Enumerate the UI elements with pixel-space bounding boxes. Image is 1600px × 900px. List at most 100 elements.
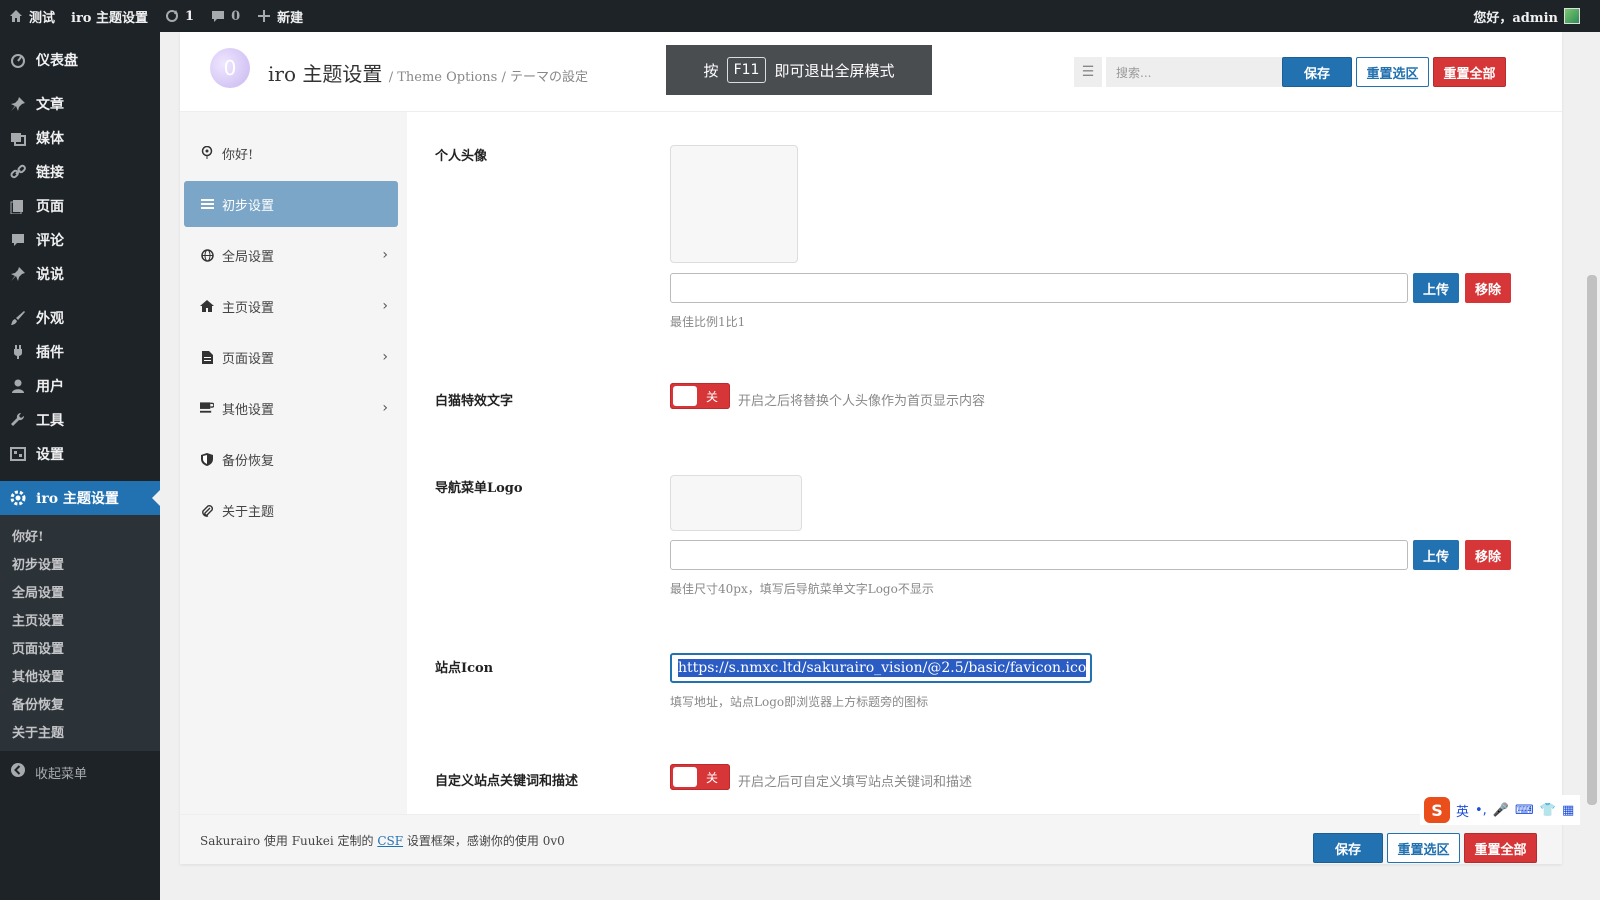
file-icon [200, 350, 214, 364]
sidebar-item-iro-settings[interactable]: iro 主题设置 [0, 481, 160, 515]
nav-item-7[interactable]: 关于主题 [184, 487, 398, 533]
footer-text-post: 设置框架，感谢你的使用 0v0 [406, 834, 565, 848]
submenu-item[interactable]: 你好! [0, 521, 160, 549]
nav-logo-remove-button[interactable]: 移除 [1465, 540, 1511, 570]
wrench-icon [9, 411, 27, 429]
avatar-upload-button[interactable]: 上传 [1413, 273, 1459, 303]
skin-icon[interactable]: 👕 [1540, 803, 1556, 818]
nav-item-5[interactable]: 其他设置 › [184, 385, 398, 431]
sidebar-item-11[interactable]: 设置 [0, 437, 160, 471]
sidebar-item-label: 媒体 [36, 131, 64, 147]
nav-logo-upload-button[interactable]: 上传 [1413, 540, 1459, 570]
sidebar-item-6[interactable]: 说说 [0, 257, 160, 291]
ime-lang[interactable]: 英 [1456, 801, 1469, 820]
chevron-right-icon: › [382, 247, 388, 263]
adminbar-updates[interactable]: 1 [156, 0, 202, 32]
sidebar-item-4[interactable]: 页面 [0, 189, 160, 223]
csf-link[interactable]: CSF [377, 834, 403, 848]
reset-section-button[interactable]: 重置选区 [1356, 57, 1429, 87]
nav-logo-preview [670, 475, 802, 531]
media-icon [9, 129, 27, 147]
pin-icon [9, 265, 27, 283]
search-input[interactable]: 搜索... [1106, 57, 1306, 87]
avatar-remove-button[interactable]: 移除 [1465, 273, 1511, 303]
nav-item-3[interactable]: 主页设置 › [184, 283, 398, 329]
options-nav: 你好! 初步设置 全局设置 › 主页设置 › 页面设置 › 其他设置 › 备份恢复 关于主题 [180, 112, 407, 814]
submenu-item[interactable]: 关于主题 [0, 717, 160, 745]
reset-all-button[interactable]: 重置全部 [1433, 57, 1506, 87]
sidebar-item-0[interactable]: 仪表盘 [0, 43, 160, 77]
adminbar-account[interactable]: 您好，admin [1473, 7, 1600, 26]
f11-key: F11 [726, 57, 767, 83]
nav-item-label: 页面设置 [222, 351, 275, 367]
nav-item-1[interactable]: 初步设置 [184, 181, 398, 227]
sidebar-item-9[interactable]: 用户 [0, 369, 160, 403]
plugin-icon [9, 343, 27, 361]
field-label-cat-text: 白猫特效文字 [435, 394, 514, 409]
toggle-knob [673, 767, 697, 787]
sidebar-item-8[interactable]: 插件 [0, 335, 160, 369]
sidebar-item-5[interactable]: 评论 [0, 223, 160, 257]
nav-item-0[interactable]: 你好! [184, 130, 398, 176]
sidebar-item-10[interactable]: 工具 [0, 403, 160, 437]
adminbar-new-label: 新建 [277, 10, 304, 26]
sidebar-item-7[interactable]: 外观 [0, 301, 160, 335]
adminbar-site[interactable]: 测试 [0, 0, 63, 32]
sidebar-item-2[interactable]: 媒体 [0, 121, 160, 155]
footer-save-button[interactable]: 保存 [1313, 833, 1383, 863]
nav-item-4[interactable]: 页面设置 › [184, 334, 398, 380]
adminbar-theme-settings[interactable]: iro 主题设置 [63, 0, 156, 32]
sidebar-item-label: 评论 [36, 233, 64, 249]
sidebar-item-label: 页面 [36, 199, 64, 215]
nav-item-label: 其他设置 [222, 402, 275, 418]
sidebar-item-3[interactable]: 链接 [0, 155, 160, 189]
ime-toolbar[interactable]: S 英 •, 🎤 ⌨ 👕 ▦ [1420, 795, 1580, 825]
nav-item-label: 主页设置 [222, 300, 275, 316]
shield-icon [200, 452, 214, 466]
avatar-hint: 最佳比例1比1 [670, 315, 746, 329]
site-icon-input[interactable]: https://s.nmxc.ltd/sakurairo_vision/@2.5… [670, 653, 1092, 683]
home-icon [8, 8, 24, 24]
footer-reset-all-button[interactable]: 重置全部 [1464, 833, 1537, 863]
keyboard-icon[interactable]: ⌨ [1515, 803, 1534, 818]
sidebar-item-1[interactable]: 文章 [0, 87, 160, 121]
collapse-menu-button[interactable]: 收起菜单 [0, 755, 160, 789]
nav-item-label: 备份恢复 [222, 453, 275, 469]
save-button[interactable]: 保存 [1282, 57, 1352, 87]
cat-text-desc: 开启之后将替换个人头像作为首页显示内容 [738, 394, 986, 409]
sidebar-item-label: 仪表盘 [36, 53, 78, 69]
submenu-item[interactable]: 页面设置 [0, 633, 160, 661]
collapse-label: 收起菜单 [35, 766, 88, 782]
refresh-icon [164, 8, 180, 24]
adminbar-comments[interactable]: 0 [202, 0, 248, 32]
greeting: 您好，admin [1473, 10, 1558, 26]
grid-icon[interactable]: ▦ [1562, 803, 1574, 818]
custom-keywords-toggle[interactable]: 关 [670, 764, 730, 790]
fullscreen-notice: 按 F11 即可退出全屏模式 [666, 45, 932, 95]
nav-item-6[interactable]: 备份恢复 [184, 436, 398, 482]
ime-punct[interactable]: •, [1475, 803, 1487, 818]
sidebar-item-label: 用户 [36, 379, 64, 395]
chevron-right-icon: › [382, 400, 388, 416]
sidebar-item-label: 插件 [36, 345, 64, 361]
adminbar-new[interactable]: 新建 [248, 0, 311, 32]
submenu-item[interactable]: 全局设置 [0, 577, 160, 605]
scrollbar-thumb[interactable] [1587, 275, 1597, 805]
footer-reset-section-button[interactable]: 重置选区 [1387, 833, 1460, 863]
expand-all-icon[interactable]: ☰ [1074, 57, 1102, 87]
submenu-item[interactable]: 其他设置 [0, 661, 160, 689]
sidebar-item-label: 文章 [36, 97, 64, 113]
nav-item-2[interactable]: 全局设置 › [184, 232, 398, 278]
submenu-item[interactable]: 初步设置 [0, 549, 160, 577]
collapse-icon [10, 762, 26, 782]
options-panel: 0 iro 主题设置 / Theme Options / テーマの設定 按 F1… [180, 32, 1562, 864]
toggle-knob [673, 386, 697, 406]
microphone-icon[interactable]: 🎤 [1493, 803, 1509, 818]
submenu-item[interactable]: 主页设置 [0, 605, 160, 633]
nav-logo-url-input[interactable] [670, 540, 1408, 570]
submenu-item[interactable]: 备份恢复 [0, 689, 160, 717]
f11-pre: 按 [703, 61, 719, 80]
cat-text-toggle[interactable]: 关 [670, 383, 730, 409]
paperclip-icon [200, 504, 214, 517]
avatar-url-input[interactable] [670, 273, 1408, 303]
